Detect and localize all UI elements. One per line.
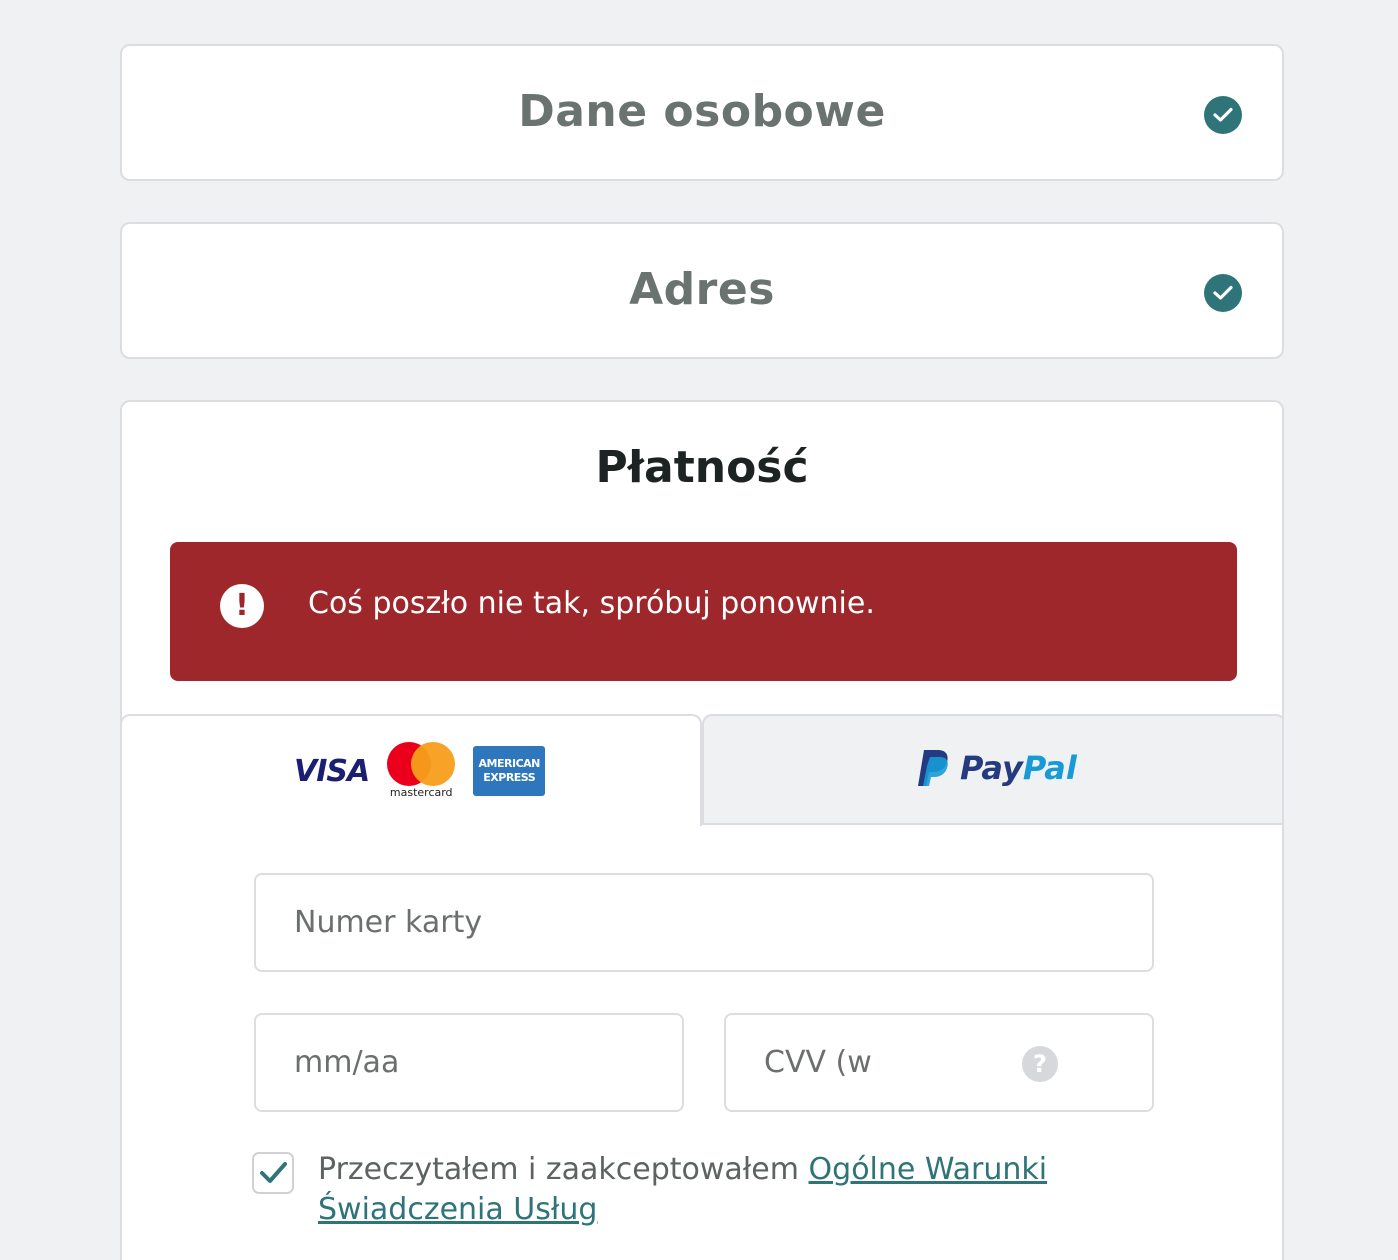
step-title-address: Adres bbox=[629, 264, 775, 315]
mastercard-logo: mastercard bbox=[385, 742, 457, 800]
terms-label: Przeczytałem i zaakceptowałem Ogólne War… bbox=[318, 1150, 1118, 1230]
terms-text: Przeczytałem i zaakceptowałem bbox=[318, 1152, 809, 1187]
paypal-wordmark: PayPal bbox=[960, 749, 1077, 787]
amex-logo: AMERICAN EXPRESS bbox=[473, 746, 546, 796]
visa-logo: VISA bbox=[294, 753, 370, 789]
cvv-input[interactable] bbox=[764, 1015, 1020, 1110]
expiry-field[interactable] bbox=[254, 1013, 684, 1112]
paypal-icon bbox=[918, 750, 948, 786]
step-personal-data[interactable]: Dane osobowe bbox=[120, 44, 1284, 181]
amex-line2: EXPRESS bbox=[483, 771, 536, 784]
step-title-personal: Dane osobowe bbox=[518, 86, 886, 137]
help-question-icon[interactable]: ? bbox=[1022, 1046, 1058, 1082]
expiry-input[interactable] bbox=[294, 1015, 635, 1110]
step-title-payment: Płatność bbox=[595, 442, 809, 493]
checkmark-icon bbox=[260, 1162, 287, 1183]
step-address[interactable]: Adres bbox=[120, 222, 1284, 359]
tab-paypal[interactable]: PayPal bbox=[702, 714, 1282, 825]
card-number-field[interactable] bbox=[254, 873, 1154, 972]
mastercard-label: mastercard bbox=[389, 786, 453, 799]
checkout-page: Dane osobowe Adres Płatność ! Coś poszło… bbox=[0, 0, 1398, 1260]
card-number-input[interactable] bbox=[294, 875, 1011, 970]
error-message: Coś poszło nie tak, spróbuj ponownie. bbox=[308, 586, 875, 621]
terms-checkbox[interactable] bbox=[252, 1152, 294, 1194]
step-payment: Płatność ! Coś poszło nie tak, spróbuj p… bbox=[120, 400, 1284, 1260]
card-logos: VISA mastercard AMERICAN EXPRESS bbox=[294, 742, 546, 800]
paypal-logo: PayPal bbox=[916, 748, 1077, 788]
amex-line1: AMERICAN bbox=[478, 757, 541, 770]
cvv-field[interactable]: ? bbox=[724, 1013, 1154, 1112]
error-exclamation-icon: ! bbox=[220, 584, 264, 628]
check-circle-icon bbox=[1204, 274, 1242, 312]
check-circle-icon bbox=[1204, 96, 1242, 134]
tab-credit-cards[interactable]: VISA mastercard AMERICAN EXPRESS bbox=[122, 714, 702, 826]
error-banner: ! Coś poszło nie tak, spróbuj ponownie. bbox=[170, 542, 1237, 681]
